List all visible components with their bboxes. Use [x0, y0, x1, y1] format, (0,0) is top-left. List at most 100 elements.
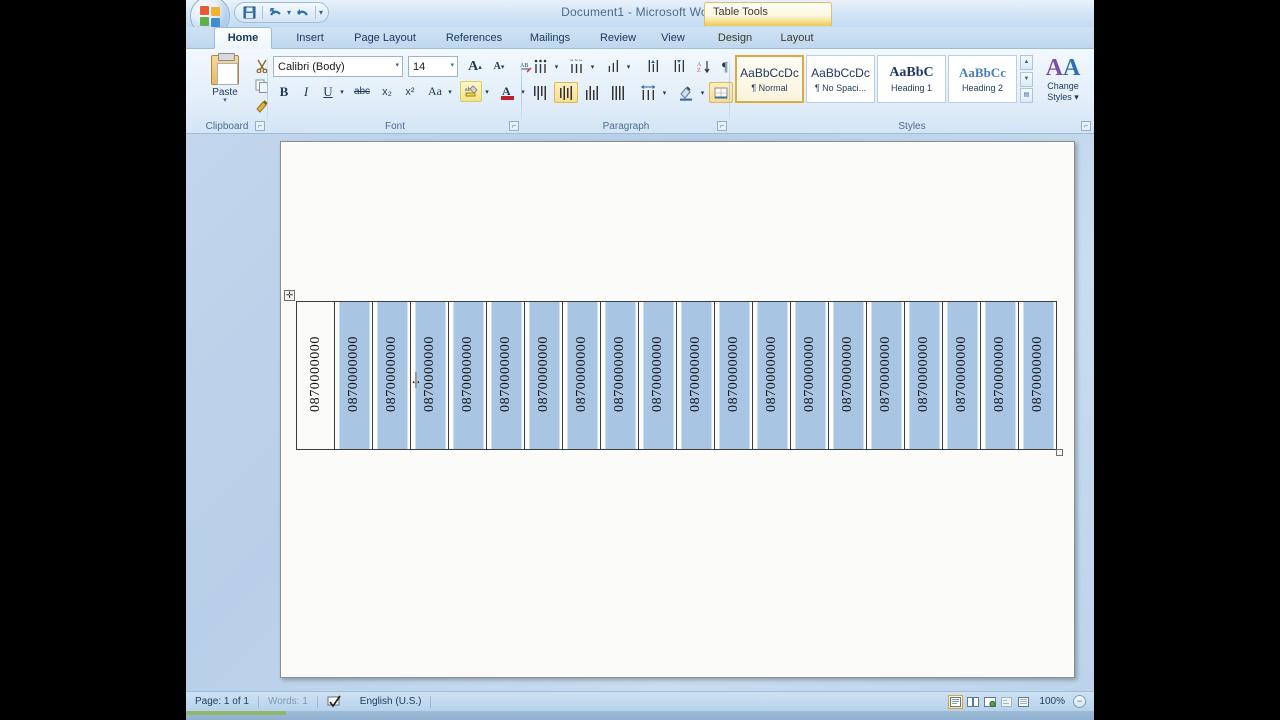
paste-dropdown-icon[interactable]: ▾	[223, 97, 227, 104]
shading-chevron-icon[interactable]: ▾	[698, 82, 707, 103]
status-page-number[interactable]: Page: 1 of 1	[186, 692, 258, 712]
draft-view-button[interactable]	[1016, 695, 1031, 709]
print-layout-view-button[interactable]	[948, 694, 964, 709]
table-cell[interactable]: 0870000000	[296, 301, 335, 450]
font-name-value: Calibri (Body)	[278, 60, 345, 73]
tab-design[interactable]: Design	[708, 27, 762, 49]
table-cell[interactable]: 0870000000	[942, 301, 981, 450]
styles-more-icon[interactable]: ▤	[1020, 88, 1033, 103]
change-styles-label: Change	[1047, 81, 1079, 91]
status-word-count[interactable]: Words: 1	[259, 692, 317, 712]
paste-button[interactable]: Paste ▾	[202, 53, 248, 113]
style-normal[interactable]: AaBbCcDc ¶ Normal	[735, 55, 804, 103]
numbering-button[interactable]: 123	[564, 56, 588, 77]
highlight-chevron-icon[interactable]: ▾	[482, 81, 492, 102]
change-case-button[interactable]: Aa	[423, 81, 447, 102]
tab-mailings[interactable]: Mailings	[517, 27, 583, 49]
ribbon-group-styles: AaBbCcDc ¶ Normal AaBbCcDc ¶ No Spaci...…	[730, 49, 1094, 134]
styles-scroll-up-icon[interactable]: ▲	[1020, 55, 1033, 70]
table-cell[interactable]: 0870000000	[562, 301, 601, 450]
style-name: ¶ Normal	[751, 82, 788, 93]
styles-scroll-down-icon[interactable]: ▼	[1020, 71, 1033, 87]
table-cell[interactable]: 0870000000	[752, 301, 791, 450]
tab-view[interactable]: View	[650, 27, 696, 49]
underline-chevron-icon[interactable]: ▾	[337, 81, 347, 102]
style-heading-1[interactable]: AaBbC Heading 1	[877, 55, 946, 103]
multilevel-chevron-icon[interactable]: ▾	[624, 56, 633, 77]
paragraph-dialog-launcher[interactable]: ⌐	[717, 121, 727, 131]
table-cell[interactable]: 0870000000	[714, 301, 753, 450]
table-cell[interactable]: 0870000000	[866, 301, 905, 450]
table-cell[interactable]: 0870000000	[828, 301, 867, 450]
decrease-indent-button[interactable]	[640, 56, 664, 77]
tab-review[interactable]: Review	[589, 27, 647, 49]
table-cell[interactable]: 0870000000	[372, 301, 411, 450]
font-size-chevron-icon[interactable]: ▾	[450, 61, 454, 69]
outline-view-button[interactable]	[999, 695, 1014, 709]
bullets-chevron-icon[interactable]: ▾	[552, 56, 561, 77]
table-cell[interactable]: 0870000000	[524, 301, 563, 450]
font-size-combobox[interactable]: 14 ▾	[408, 56, 458, 77]
font-name-combobox[interactable]: Calibri (Body) ▾	[273, 56, 403, 77]
justify-button[interactable]	[606, 82, 630, 103]
numbering-chevron-icon[interactable]: ▾	[588, 56, 597, 77]
table-cell[interactable]: 0870000000	[1018, 301, 1057, 450]
superscript-button[interactable]: x²	[399, 81, 421, 102]
document-page[interactable]: ✛ 0870000000 0870000000 0870000000 08700…	[280, 141, 1075, 678]
contextual-underline	[705, 21, 831, 26]
zoom-out-button[interactable]: −	[1073, 695, 1086, 708]
line-spacing-chevron-icon[interactable]: ▾	[660, 82, 669, 103]
styles-dialog-launcher[interactable]: ⌐	[1081, 121, 1091, 131]
text-highlight-color-button[interactable]: ab	[460, 81, 482, 102]
change-styles-button[interactable]: AA Change Styles ▾	[1037, 55, 1089, 117]
style-heading-2[interactable]: AaBbCc Heading 2	[948, 55, 1017, 103]
increase-indent-button[interactable]	[666, 56, 690, 77]
tab-layout[interactable]: Layout	[771, 27, 823, 49]
svg-text:A: A	[502, 84, 511, 98]
bold-button[interactable]: B	[274, 81, 294, 102]
table-cell[interactable]: 0870000000	[448, 301, 487, 450]
tab-insert[interactable]: Insert	[284, 27, 336, 49]
table-cell[interactable]: 0870000000	[980, 301, 1019, 450]
table-cell[interactable]: 0870000000	[334, 301, 373, 450]
align-center-button[interactable]	[554, 82, 578, 103]
clipboard-dialog-launcher[interactable]: ⌐	[255, 121, 265, 131]
table-cell[interactable]: 0870000000	[904, 301, 943, 450]
line-spacing-button[interactable]	[636, 82, 660, 103]
tab-home[interactable]: Home	[214, 27, 272, 49]
table-resize-handle[interactable]	[1056, 449, 1063, 456]
table-cell[interactable]: 0870000000	[638, 301, 677, 450]
table-cell[interactable]: 0870000000	[790, 301, 829, 450]
tab-page-layout[interactable]: Page Layout	[341, 27, 429, 49]
shrink-font-button[interactable]: A ▾	[488, 56, 510, 77]
align-bottom-button[interactable]	[580, 82, 604, 103]
underline-button[interactable]: U	[318, 81, 338, 102]
proofing-status-icon[interactable]	[318, 692, 351, 712]
full-screen-reading-view-button[interactable]	[965, 695, 980, 709]
font-color-button[interactable]: A	[496, 81, 518, 102]
multilevel-list-button[interactable]	[600, 56, 624, 77]
sort-button[interactable]: AZ	[692, 56, 714, 77]
document-workspace[interactable]: ✛ 0870000000 0870000000 0870000000 08700…	[186, 134, 1094, 691]
font-dialog-launcher[interactable]: ⌐	[509, 121, 519, 131]
grow-font-button[interactable]: A ▴	[464, 56, 486, 77]
font-name-chevron-icon[interactable]: ▾	[395, 61, 399, 69]
web-layout-view-button[interactable]	[982, 695, 997, 709]
status-language[interactable]: English (U.S.)	[351, 692, 431, 712]
zoom-level[interactable]: 100%	[1033, 696, 1071, 707]
change-case-chevron-icon[interactable]: ▾	[445, 81, 455, 102]
table-cell[interactable]: 0870000000	[486, 301, 525, 450]
bullets-button[interactable]	[528, 56, 552, 77]
subscript-button[interactable]: x₂	[376, 81, 398, 102]
table-cell[interactable]: 0870000000	[600, 301, 639, 450]
align-top-button[interactable]	[528, 82, 552, 103]
tab-references[interactable]: References	[434, 27, 514, 49]
strikethrough-button[interactable]: abc	[350, 81, 374, 102]
table-cell[interactable]: 0870000000	[676, 301, 715, 450]
italic-button[interactable]: I	[296, 81, 316, 102]
shading-button[interactable]	[674, 82, 698, 103]
word-table[interactable]: ✛ 0870000000 0870000000 0870000000 08700…	[284, 290, 1063, 456]
table-move-handle[interactable]: ✛	[284, 290, 295, 301]
group-label-font: Font	[384, 121, 405, 132]
style-no-spacing[interactable]: AaBbCcDc ¶ No Spaci...	[806, 55, 875, 103]
